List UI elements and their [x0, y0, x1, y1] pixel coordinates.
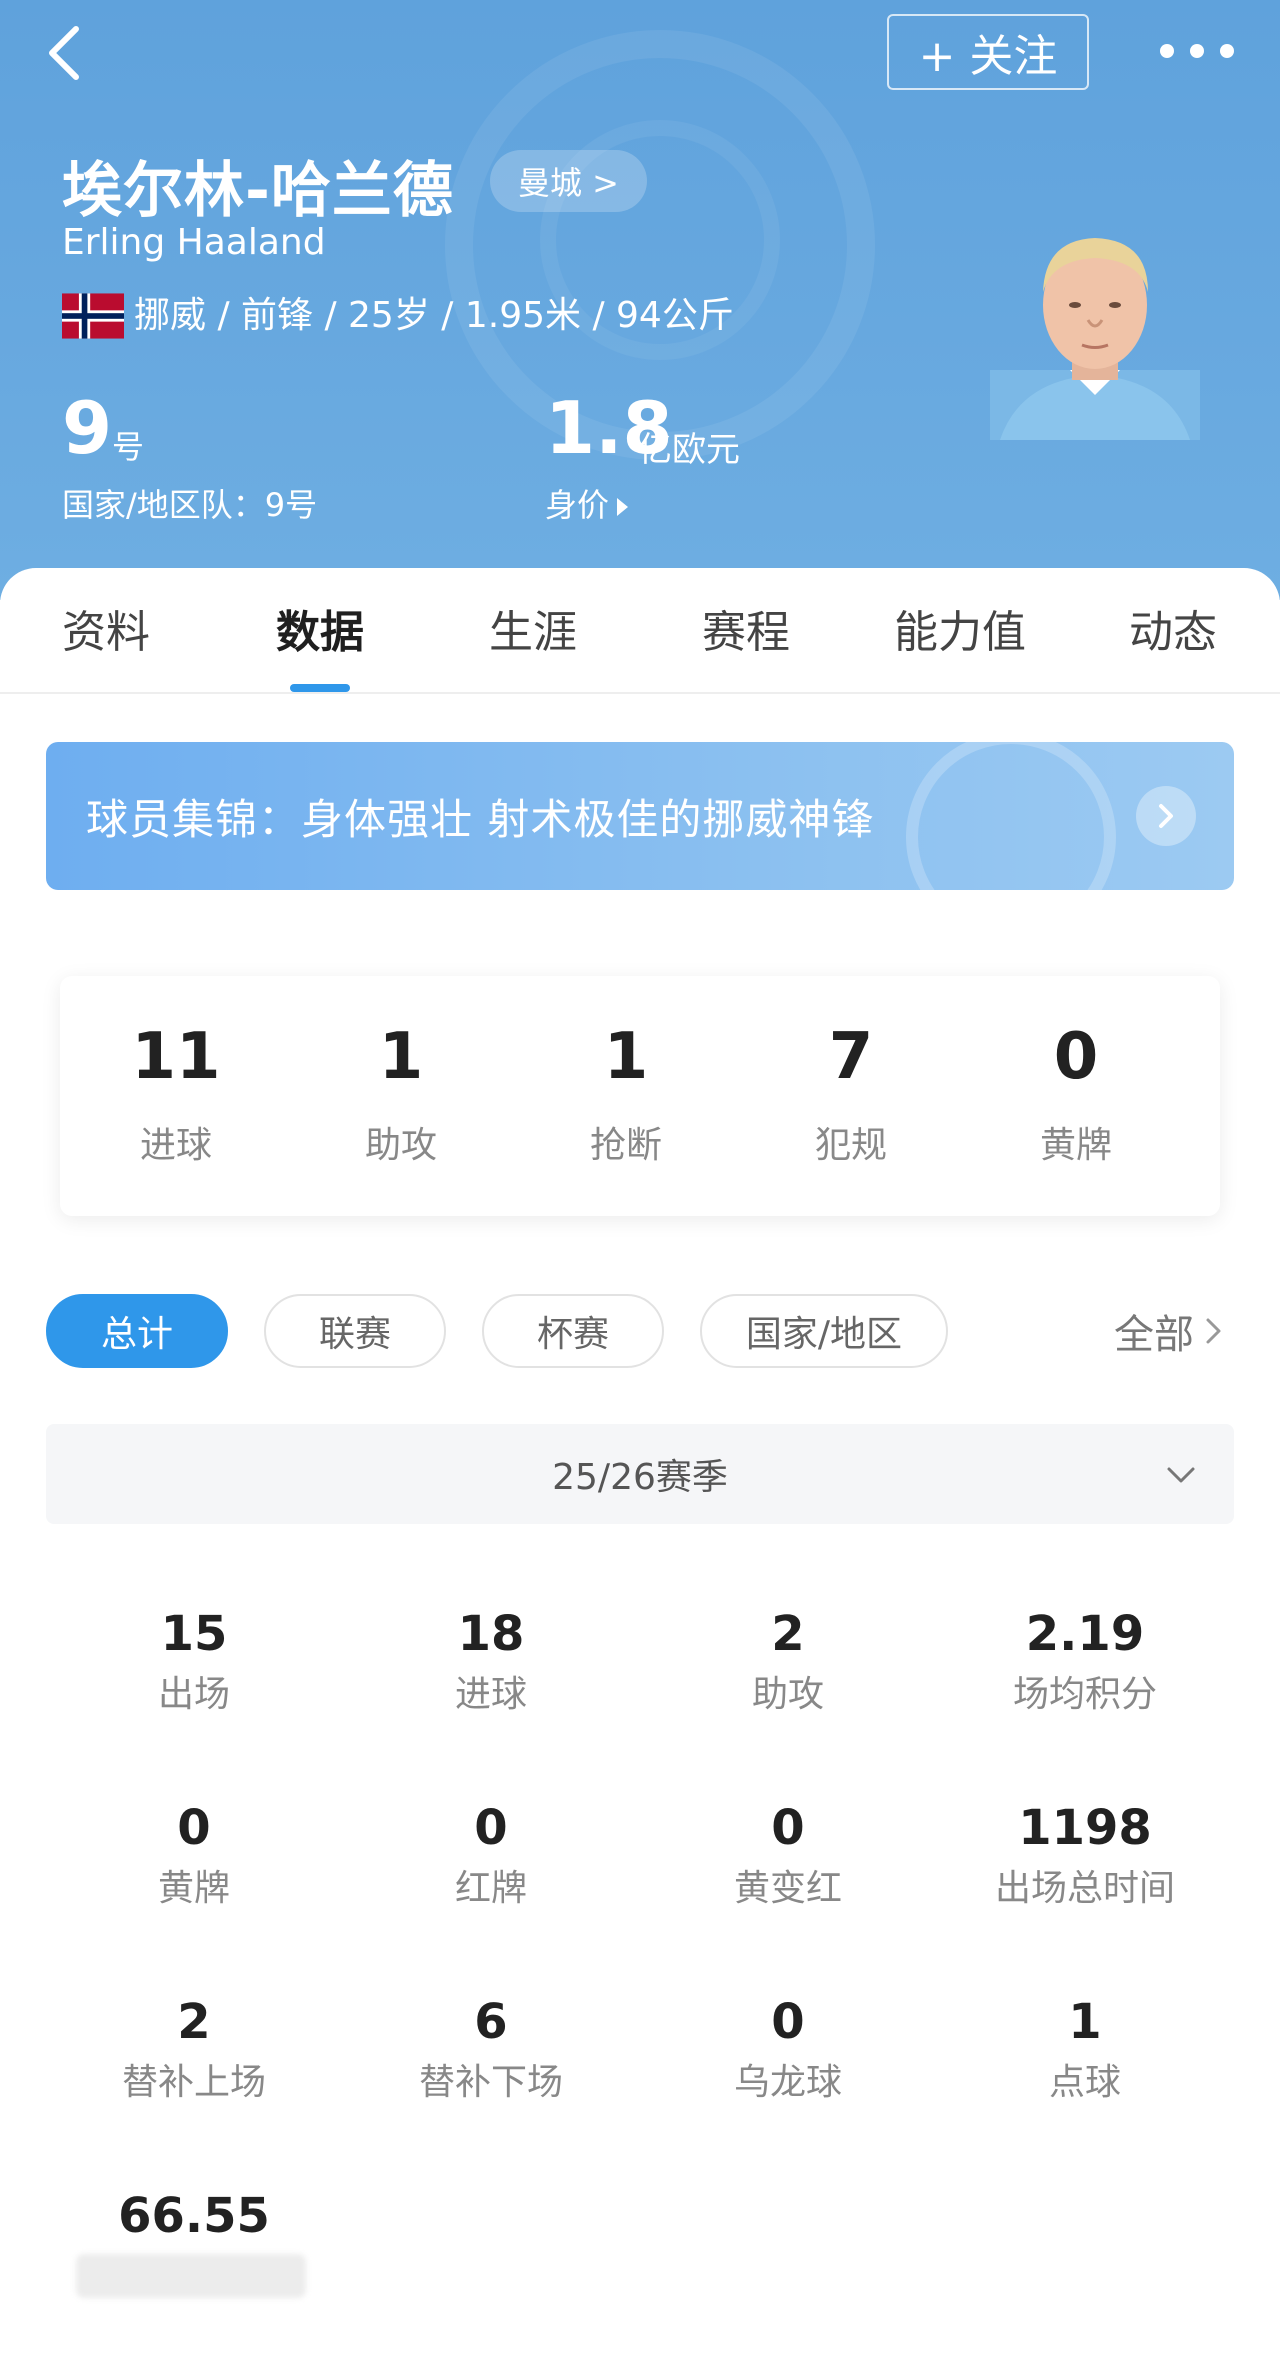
stat-value: 15	[160, 1606, 228, 1662]
stat-value: 0	[771, 1994, 805, 2050]
stat-minutes-played: 1198 出场总时间	[935, 1798, 1235, 1914]
summary-label: 黄牌	[1039, 1125, 1112, 1166]
stat-value: 18	[457, 1606, 525, 1662]
club-crest-icon	[906, 742, 1116, 890]
chevron-right-icon	[1206, 1318, 1221, 1344]
summary-label: 助攻	[364, 1125, 437, 1166]
tab-ability[interactable]: 能力值	[870, 568, 1050, 688]
stat-label: 乌龙球	[733, 2062, 842, 2103]
active-tab-indicator	[290, 684, 350, 692]
stat-label: 出场总时间	[994, 1868, 1175, 1909]
stat-second-yellow: 0 黄变红	[638, 1798, 938, 1914]
jersey-unit: 号	[112, 428, 145, 466]
market-value-unit: 亿欧元	[638, 430, 740, 470]
all-link-label: 全部	[1114, 1312, 1194, 1358]
back-chevron-icon	[49, 26, 79, 80]
highlights-title: 球员集锦：身体强壮 射术极佳的挪威神锋	[86, 794, 875, 844]
summary-yellow-cards: 0 黄牌	[960, 976, 1192, 1216]
stat-goals: 18 进球	[341, 1604, 641, 1720]
summary-assists: 1 助攻	[285, 976, 517, 1216]
stat-appearances: 15 出场	[44, 1604, 344, 1720]
stat-sub-on: 2 替补上场	[44, 1992, 344, 2108]
all-link[interactable]: 全部	[1114, 1294, 1226, 1368]
stat-label: 进球	[454, 1674, 527, 1715]
player-photo	[990, 238, 1200, 440]
stat-yellow-cards: 0 黄牌	[44, 1798, 344, 1914]
summary-value: 7	[828, 1020, 874, 1094]
stat-sub-off: 6 替补下场	[341, 1992, 641, 2108]
club-link[interactable]: 曼城 >	[490, 150, 647, 212]
stat-label: 黄变红	[733, 1868, 842, 1909]
stat-label: 替补下场	[418, 2062, 563, 2103]
player-name-cn: 埃尔林-哈兰德	[62, 156, 454, 226]
market-value-label: 身价	[545, 486, 610, 524]
stat-value: 66.55	[118, 2188, 270, 2244]
tab-schedule[interactable]: 赛程	[656, 568, 836, 688]
filter-league[interactable]: 联赛	[264, 1294, 446, 1368]
stat-label: 点球	[1048, 2062, 1121, 2103]
stat-label: 场均积分	[1012, 1674, 1157, 1715]
stat-penalties: 1 点球	[935, 1992, 1235, 2108]
stat-value: 1	[1068, 1994, 1102, 2050]
season-label: 25/26赛季	[552, 1457, 728, 1498]
chevron-right-icon	[1136, 786, 1196, 846]
summary-value: 11	[131, 1020, 221, 1094]
tab-profile[interactable]: 资料	[16, 568, 196, 688]
stat-extra: 66.55	[44, 2186, 344, 2246]
player-info: 挪威 / 前锋 / 25岁 / 1.95米 / 94公斤	[134, 295, 734, 336]
stat-label: 助攻	[751, 1674, 824, 1715]
tab-bar: 资料 数据 生涯 赛程 能力值 动态	[0, 568, 1280, 694]
summary-label: 犯规	[814, 1125, 887, 1166]
follow-button[interactable]: + 关注	[887, 14, 1089, 90]
tab-data[interactable]: 数据	[230, 568, 410, 688]
market-value-link[interactable]: 身价	[545, 480, 629, 526]
filter-national[interactable]: 国家/地区	[700, 1294, 948, 1368]
summary-label: 进球	[139, 1125, 212, 1166]
stat-value: 2	[177, 1994, 211, 2050]
national-team-number: 国家/地区队：9号	[62, 486, 318, 524]
summary-tackles: 1 抢断	[510, 976, 742, 1216]
stat-value: 2	[771, 1606, 805, 1662]
stat-label: 出场	[157, 1674, 230, 1715]
summary-value: 0	[1053, 1020, 1099, 1094]
filter-total[interactable]: 总计	[46, 1294, 228, 1368]
more-dots-icon	[1160, 44, 1174, 58]
stat-value: 1198	[1018, 1800, 1152, 1856]
player-header: + 关注 埃尔林-哈兰德 曼城 > Erling Haaland 挪威 / 前锋…	[0, 0, 1280, 600]
stat-assists: 2 助攻	[638, 1604, 938, 1720]
stat-value: 0	[177, 1800, 211, 1856]
stat-points-per-game: 2.19 场均积分	[935, 1604, 1235, 1720]
summary-card: 11 进球 1 助攻 1 抢断 7 犯规 0 黄牌	[60, 976, 1220, 1216]
summary-fouls: 7 犯规	[735, 976, 967, 1216]
back-button[interactable]	[34, 18, 94, 88]
stat-value: 0	[771, 1800, 805, 1856]
stat-red-cards: 0 红牌	[341, 1798, 641, 1914]
season-selector[interactable]: 25/26赛季	[46, 1424, 1234, 1524]
stat-label: 替补上场	[121, 2062, 266, 2103]
stat-label: 红牌	[454, 1868, 527, 1909]
filter-cup[interactable]: 杯赛	[482, 1294, 664, 1368]
blurred-stat-label	[76, 2254, 306, 2298]
more-dots-icon	[1190, 44, 1204, 58]
more-button[interactable]	[1160, 26, 1234, 76]
summary-value: 1	[603, 1020, 649, 1094]
stat-label: 黄牌	[157, 1868, 230, 1909]
stat-value: 0	[474, 1800, 508, 1856]
player-name-en: Erling Haaland	[62, 222, 326, 263]
stat-value: 6	[474, 1994, 508, 2050]
caret-right-icon	[617, 498, 629, 516]
jersey-number: 9	[62, 386, 113, 470]
stat-own-goals: 0 乌龙球	[638, 1992, 938, 2108]
summary-goals: 11 进球	[60, 976, 292, 1216]
norway-flag-icon	[62, 293, 124, 339]
stat-value: 2.19	[1025, 1606, 1145, 1662]
more-dots-icon	[1220, 44, 1234, 58]
summary-value: 1	[378, 1020, 424, 1094]
highlights-banner[interactable]: 球员集锦：身体强壮 射术极佳的挪威神锋	[46, 742, 1234, 890]
tab-career[interactable]: 生涯	[443, 568, 623, 688]
chevron-down-icon	[1167, 1467, 1195, 1483]
tab-news[interactable]: 动态	[1083, 568, 1263, 688]
summary-label: 抢断	[589, 1125, 662, 1166]
